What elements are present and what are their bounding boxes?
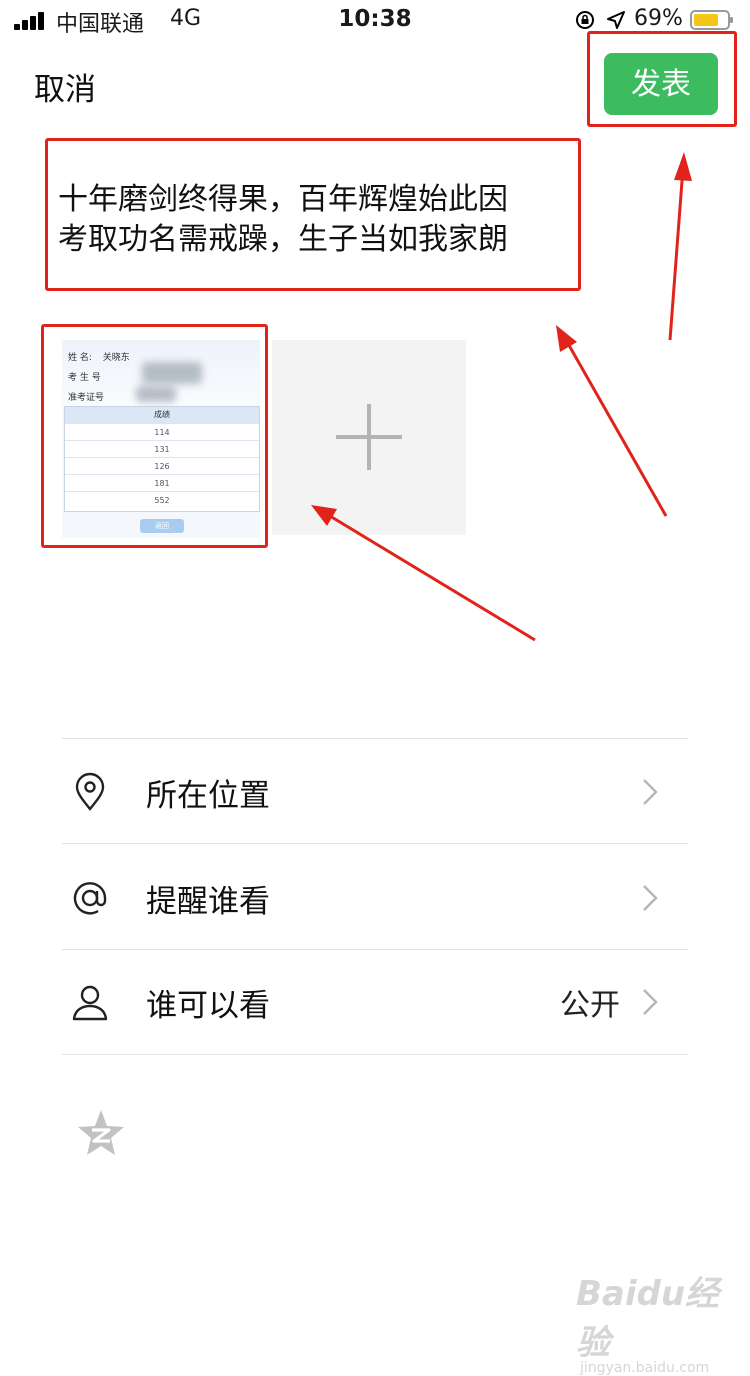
location-option-label: 所在位置 <box>146 778 270 814</box>
annotation-arrows <box>311 152 692 642</box>
annotation-arrow <box>311 505 536 642</box>
chevron-right-icon <box>643 885 658 911</box>
chevron-right-icon <box>643 989 658 1015</box>
watermark-logo: Baidu经验 <box>576 1274 720 1363</box>
watermark-site: jingyan.baidu.com <box>580 1360 710 1376</box>
location-option[interactable]: 所在位置 <box>62 740 688 844</box>
qzone-star-icon[interactable] <box>76 1108 126 1158</box>
chevron-right-icon <box>643 779 658 805</box>
visibility-option-value: 公开 <box>560 988 620 1023</box>
at-sign-icon <box>73 882 107 915</box>
location-pin-icon <box>75 772 105 811</box>
remind-option[interactable]: 提醒谁看 <box>62 846 688 950</box>
watermark: Baidu经验 jingyan.baidu.com <box>576 1266 750 1376</box>
remind-option-label: 提醒谁看 <box>146 884 270 920</box>
divider <box>62 843 688 844</box>
annotation-arrow <box>556 325 668 517</box>
visibility-option-label: 谁可以看 <box>146 988 270 1024</box>
person-icon <box>72 985 108 1021</box>
annotation-arrow <box>668 152 692 341</box>
visibility-option[interactable]: 谁可以看 公开 <box>62 950 688 1054</box>
divider <box>62 1054 688 1055</box>
divider <box>62 738 688 739</box>
